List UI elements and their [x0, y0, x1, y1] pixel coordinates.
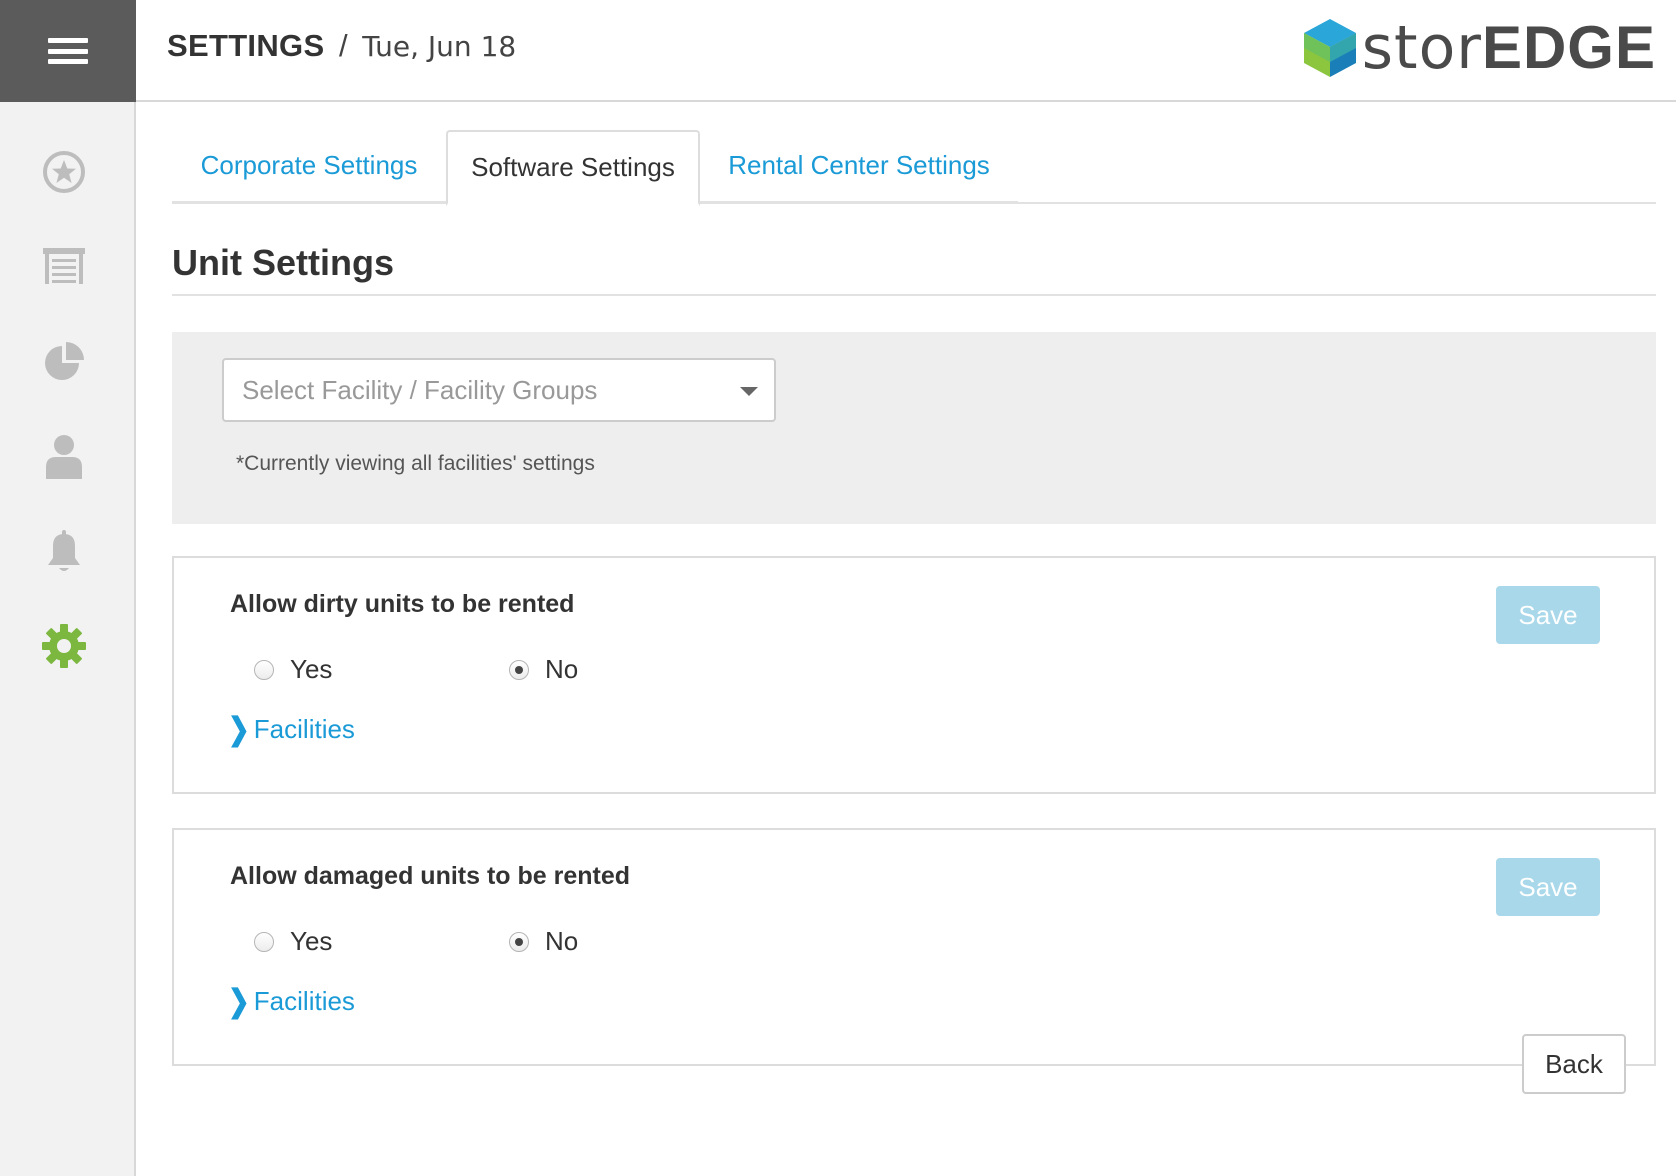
facilities-link-label: Facilities — [253, 986, 355, 1016]
section-title: Unit Settings — [172, 242, 394, 283]
save-button[interactable]: Save — [1496, 858, 1600, 916]
facilities-link-label: Facilities — [253, 714, 355, 744]
logo-text: storEDGE — [1362, 18, 1656, 79]
gear-icon — [42, 624, 86, 668]
storedge-logo: storEDGE — [1303, 18, 1656, 79]
chevron-right-icon: ❯ — [228, 710, 250, 747]
sidebar-item-tenants[interactable] — [38, 430, 90, 482]
section-divider — [172, 294, 1656, 296]
star-circle-icon — [43, 151, 85, 193]
facilities-expand-link[interactable]: ❯ Facilities — [228, 982, 355, 1019]
settings-tabs: Corporate Settings Software Settings Ren… — [172, 130, 1656, 206]
cube-logo-icon — [1303, 19, 1356, 77]
sidebar — [0, 0, 136, 1176]
facility-filter-panel: Select Facility / Facility Groups *Curre… — [172, 332, 1656, 524]
sidebar-item-reports[interactable] — [38, 336, 90, 388]
person-icon — [46, 435, 82, 479]
sidebar-item-units[interactable] — [38, 240, 90, 292]
page-heading: SETTINGS / Tue, Jun 18 — [167, 28, 516, 64]
setting-card-damaged-units: Allow damaged units to be rented Save Ye… — [172, 828, 1656, 1066]
facilities-expand-link[interactable]: ❯ Facilities — [228, 710, 355, 747]
tab-corporate-settings[interactable]: Corporate Settings — [172, 130, 446, 204]
pie-chart-icon — [45, 342, 84, 380]
radio-label-yes: Yes — [290, 654, 333, 684]
radio-option-yes[interactable]: Yes — [254, 926, 332, 957]
back-button[interactable]: Back — [1522, 1034, 1626, 1094]
title-separator: / — [339, 28, 348, 63]
tab-rental-center-settings[interactable]: Rental Center Settings — [700, 130, 1018, 204]
radio-button-yes[interactable] — [254, 659, 274, 680]
hamburger-icon — [48, 38, 88, 64]
save-button[interactable]: Save — [1496, 586, 1600, 644]
bell-icon — [48, 530, 80, 571]
tab-software-settings[interactable]: Software Settings — [446, 130, 700, 206]
setting-title: Allow dirty units to be rented — [230, 590, 575, 618]
radio-option-no[interactable]: No — [509, 654, 578, 685]
radio-option-yes[interactable]: Yes — [254, 654, 332, 685]
chevron-right-icon: ❯ — [228, 982, 250, 1019]
top-header: SETTINGS / Tue, Jun 18 storEDGE — [136, 0, 1676, 102]
sidebar-item-notifications[interactable] — [38, 526, 90, 578]
page-title: SETTINGS — [167, 28, 325, 63]
radio-button-no[interactable] — [509, 931, 529, 952]
radio-label-no: No — [545, 926, 579, 956]
dropdown-caret-icon — [740, 387, 758, 396]
current-date: Tue, Jun 18 — [362, 30, 517, 63]
radio-button-no[interactable] — [509, 659, 529, 680]
sidebar-item-favorites[interactable] — [38, 146, 90, 198]
menu-toggle-button[interactable] — [0, 0, 136, 102]
storage-unit-icon — [43, 248, 85, 284]
radio-button-yes[interactable] — [254, 931, 274, 952]
setting-card-dirty-units: Allow dirty units to be rented Save Yes … — [172, 556, 1656, 794]
facility-select-placeholder: Select Facility / Facility Groups — [242, 374, 598, 405]
logo-text-bold: EDGE — [1481, 14, 1656, 81]
sidebar-item-settings[interactable] — [38, 620, 90, 672]
radio-label-no: No — [545, 654, 579, 684]
radio-option-no[interactable]: No — [509, 926, 578, 957]
radio-label-yes: Yes — [290, 926, 333, 956]
setting-title: Allow damaged units to be rented — [230, 862, 631, 890]
viewing-note: *Currently viewing all facilities' setti… — [236, 452, 595, 475]
logo-text-light: stor — [1361, 13, 1482, 83]
facility-select-dropdown[interactable]: Select Facility / Facility Groups — [222, 358, 776, 422]
